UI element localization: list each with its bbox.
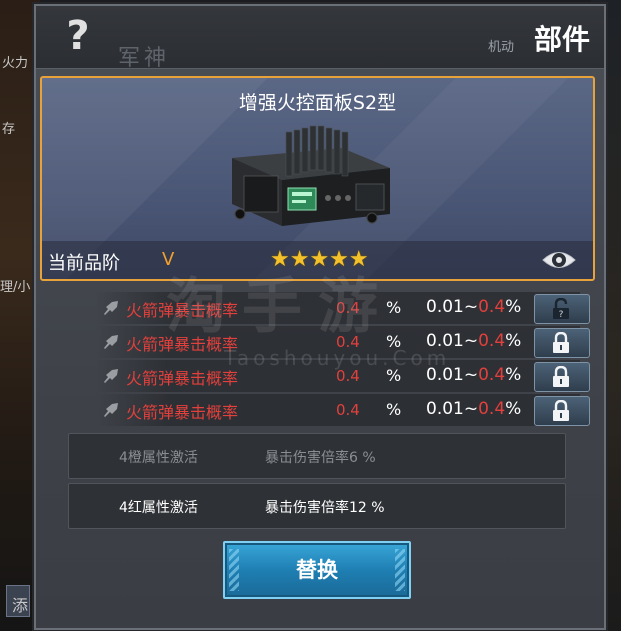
background-text: 存 <box>2 122 16 137</box>
item-card: 增强火控面板S2型 当前品阶 V ★★★★★ <box>40 76 595 281</box>
svg-text:?: ? <box>559 310 564 320</box>
range-unit: % <box>505 331 522 351</box>
header-sub-label: 机动 <box>488 40 515 55</box>
replace-button[interactable]: 替换 <box>223 541 411 599</box>
question-icon[interactable]: ? <box>58 14 98 58</box>
attribute-row: 火箭弹暴击概率 0.4 % 0.01~0.4% <box>96 326 590 358</box>
attribute-name: 火箭弹暴击概率 <box>126 369 239 388</box>
range-unit: % <box>505 399 522 419</box>
range-high: 0.4 <box>478 331 506 351</box>
range-low: 0.01~ <box>426 297 479 317</box>
attribute-range: 0.01~0.4% <box>426 297 521 317</box>
range-low: 0.01~ <box>426 365 479 385</box>
eye-icon[interactable] <box>541 247 577 273</box>
bonus-description: 暴击伤害倍率12 % <box>265 500 385 516</box>
attribute-unit: % <box>386 400 402 419</box>
attribute-row: 火箭弹暴击概率 0.4 % 0.01~0.4% ? <box>96 292 590 324</box>
unlock-icon: ? <box>553 298 569 320</box>
range-low: 0.01~ <box>426 399 479 419</box>
lock-toggle-button[interactable] <box>534 396 590 426</box>
range-high: 0.4 <box>478 297 506 317</box>
lock-toggle-button[interactable] <box>534 362 590 392</box>
lock-icon <box>553 332 569 353</box>
attribute-name: 火箭弹暴击概率 <box>126 301 239 320</box>
attribute-name: 火箭弹暴击概率 <box>126 335 239 354</box>
bonus-title: 4红属性激活 <box>119 500 198 516</box>
background-text: 火力 <box>2 56 29 71</box>
fire-control-panel-image <box>232 125 390 226</box>
rocket-icon <box>104 369 118 383</box>
dialog-title: 部件 <box>533 23 590 56</box>
quality-label: 当前品阶 <box>48 253 120 274</box>
attribute-unit: % <box>386 366 402 385</box>
header-faint-text: 军神 <box>118 46 171 71</box>
background-text: 添 <box>12 596 29 615</box>
lock-toggle-button[interactable]: ? <box>534 294 590 324</box>
range-unit: % <box>505 365 522 385</box>
attribute-unit: % <box>386 332 402 351</box>
rocket-icon <box>104 403 118 417</box>
attribute-value: 0.4 <box>336 401 360 419</box>
attribute-value: 0.4 <box>336 299 360 317</box>
attribute-row: 火箭弹暴击概率 0.4 % 0.01~0.4% <box>96 394 590 426</box>
item-footer: 当前品阶 V ★★★★★ <box>42 241 593 279</box>
set-bonus-orange: 4橙属性激活 暴击伤害倍率6 % <box>68 433 566 479</box>
attribute-name: 火箭弹暴击概率 <box>126 403 239 422</box>
range-low: 0.01~ <box>426 331 479 351</box>
lock-toggle-button[interactable] <box>534 328 590 358</box>
range-unit: % <box>505 297 522 317</box>
bonus-title: 4橙属性激活 <box>119 450 198 466</box>
rocket-icon <box>104 335 118 349</box>
star-rating: ★★★★★ <box>270 247 369 272</box>
range-high: 0.4 <box>478 399 506 419</box>
dialog-header: ? 军神 机动 部件 <box>36 6 604 71</box>
lock-icon <box>553 400 569 421</box>
attribute-value: 0.4 <box>336 367 360 385</box>
attribute-unit: % <box>386 298 402 317</box>
parts-dialog: ? 军神 机动 部件 增强火控面板S2型 当前品阶 V ★★★★★ 火箭弹暴击概… <box>34 4 606 630</box>
quality-value: V <box>162 249 175 270</box>
item-name: 增强火控面板S2型 <box>238 92 397 114</box>
rocket-icon <box>104 301 118 315</box>
attribute-range: 0.01~0.4% <box>426 331 521 351</box>
attribute-range: 0.01~0.4% <box>426 365 521 385</box>
attribute-value: 0.4 <box>336 333 360 351</box>
lock-icon <box>553 366 569 387</box>
bonus-description: 暴击伤害倍率6 % <box>265 450 376 466</box>
set-bonus-red: 4红属性激活 暴击伤害倍率12 % <box>68 483 566 529</box>
attribute-row: 火箭弹暴击概率 0.4 % 0.01~0.4% <box>96 360 590 392</box>
background-text: 理/小 <box>0 280 31 295</box>
range-high: 0.4 <box>478 365 506 385</box>
attribute-range: 0.01~0.4% <box>426 399 521 419</box>
